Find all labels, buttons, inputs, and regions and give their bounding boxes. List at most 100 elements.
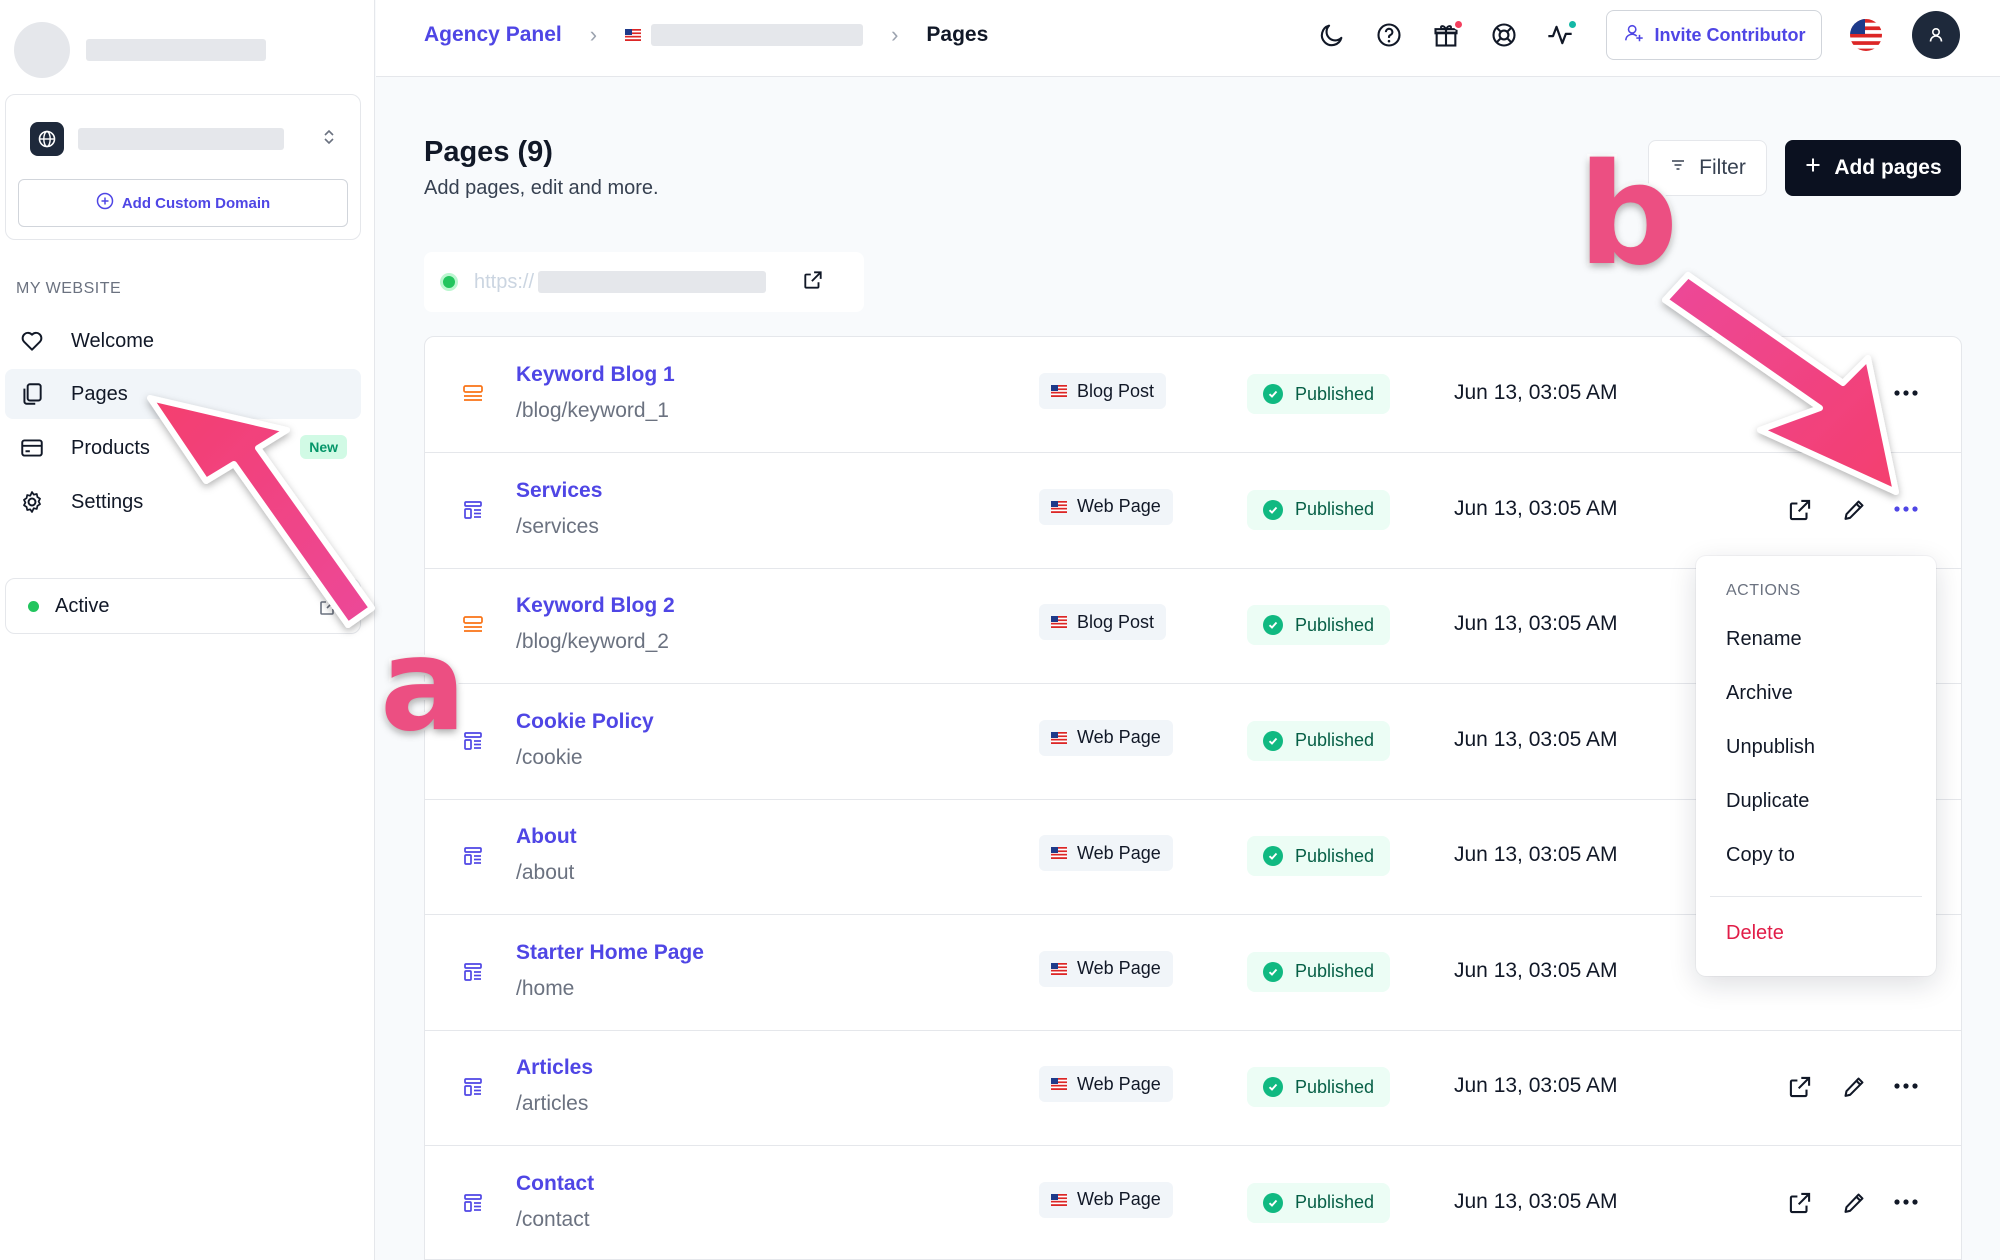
page-title-link[interactable]: Services [516, 479, 602, 503]
breadcrumb-agency-panel[interactable]: Agency Panel [424, 23, 562, 47]
table-row[interactable]: Contact /contact Web Page Published Jun … [425, 1146, 1961, 1260]
us-flag-icon [625, 29, 642, 41]
add-pages-button[interactable]: Add pages [1785, 140, 1961, 196]
more-actions-icon[interactable] [1891, 497, 1921, 521]
site-url-field[interactable]: https:// [424, 252, 864, 312]
page-path: /blog/keyword_2 [516, 630, 669, 653]
support-lifebuoy-icon[interactable] [1486, 17, 1522, 53]
page-title-link[interactable]: Starter Home Page [516, 941, 704, 965]
menu-item-rename[interactable]: Rename [1726, 628, 1802, 651]
page-title: Pages (9) [424, 136, 553, 168]
status-label: Published [1295, 845, 1375, 866]
page-title-link[interactable]: Articles [516, 1056, 593, 1080]
sidebar-item-products[interactable]: Products New [5, 423, 361, 473]
invite-contributor-button[interactable]: Invite Contributor [1606, 10, 1822, 60]
us-flag-icon [1051, 1193, 1067, 1206]
status-label: Published [1295, 961, 1375, 981]
external-link-icon[interactable] [318, 597, 338, 623]
blog-post-icon [461, 382, 485, 406]
sidebar-item-label: Settings [71, 490, 144, 513]
page-title-link[interactable]: Cookie Policy [516, 710, 654, 734]
redacted-site-crumb[interactable] [651, 24, 864, 46]
page-path: /articles [516, 1092, 589, 1115]
site-selector[interactable] [30, 120, 340, 158]
account-switcher[interactable] [14, 22, 266, 78]
menu-item-delete[interactable]: Delete [1726, 922, 1784, 945]
external-link-icon[interactable] [1787, 1190, 1813, 1221]
add-custom-domain-button[interactable]: Add Custom Domain [18, 179, 348, 227]
external-link-icon[interactable] [1787, 497, 1813, 528]
page-title-link[interactable]: Contact [516, 1172, 594, 1196]
page-type-label: Web Page [1077, 727, 1161, 747]
page-path: /blog/keyword_1 [516, 399, 669, 422]
activity-icon[interactable] [1542, 17, 1578, 53]
chevron-right-icon: › [891, 22, 899, 47]
status-badge: Published [1247, 374, 1391, 414]
user-avatar[interactable] [1912, 11, 1960, 59]
more-actions-icon[interactable] [1891, 381, 1921, 405]
url-prefix: https:// [474, 270, 535, 293]
pencil-icon[interactable] [1841, 497, 1867, 528]
menu-item-copy-to[interactable]: Copy to [1726, 844, 1795, 867]
page-path: /cookie [516, 745, 583, 769]
us-flag-icon [1051, 1078, 1067, 1090]
pencil-icon[interactable] [1841, 1074, 1867, 1105]
gift-icon[interactable] [1428, 17, 1464, 53]
status-label: Published [1295, 383, 1375, 404]
check-circle-icon [1263, 384, 1283, 404]
moon-icon[interactable] [1314, 17, 1350, 53]
section-label-my-website: MY WEBSITE [16, 280, 122, 297]
page-title-link[interactable]: About [516, 825, 577, 849]
table-row[interactable]: Keyword Blog 1 /blog/keyword_1 Blog Post… [425, 337, 1961, 453]
us-flag-icon [1051, 731, 1067, 744]
us-flag-icon [1051, 962, 1067, 975]
web-page-icon [461, 498, 485, 522]
more-actions-icon[interactable] [1891, 1190, 1921, 1214]
page-path: /services [516, 514, 599, 538]
table-row[interactable]: Services /services Web Page Published Ju… [425, 453, 1961, 569]
check-circle-icon [1263, 730, 1283, 751]
user-plus-icon [1623, 22, 1645, 49]
card-icon [17, 433, 47, 463]
table-row[interactable]: Articles /articles Web Page Published Ju… [425, 1030, 1961, 1146]
updated-date: Jun 13, 03:05 AM [1454, 843, 1618, 866]
menu-item-archive[interactable]: Archive [1726, 682, 1793, 705]
globe-icon [30, 122, 64, 156]
external-link-icon[interactable] [1787, 1074, 1813, 1105]
updated-date: Jun 13, 03:05 AM [1454, 496, 1618, 520]
sidebar-item-label: Products [71, 436, 150, 459]
page-title-link[interactable]: Keyword Blog 1 [516, 363, 675, 387]
check-circle-icon [1263, 1192, 1283, 1213]
check-circle-icon [1263, 499, 1283, 520]
menu-item-duplicate[interactable]: Duplicate [1726, 790, 1809, 813]
menu-item-unpublish[interactable]: Unpublish [1726, 736, 1815, 759]
sidebar-item-settings[interactable]: Settings [5, 477, 361, 527]
plus-circle-icon [96, 192, 114, 214]
status-badge: Published [1247, 836, 1391, 876]
status-badge: Published [1247, 1182, 1391, 1223]
page-title-link[interactable]: Keyword Blog 2 [516, 594, 675, 618]
page-type-badge: Web Page [1039, 1181, 1173, 1218]
page-subtitle: Add pages, edit and more. [424, 177, 659, 199]
external-link-icon[interactable] [802, 269, 824, 296]
sidebar-item-label: Pages [71, 382, 128, 405]
check-circle-icon [1263, 615, 1283, 635]
more-actions-icon[interactable] [1891, 1074, 1921, 1098]
status-dot [1567, 19, 1578, 30]
updated-date: Jun 13, 03:05 AM [1454, 958, 1618, 982]
help-icon[interactable] [1371, 17, 1407, 53]
pencil-icon[interactable] [1841, 1190, 1867, 1221]
web-page-icon [461, 844, 485, 868]
status-label: Published [1295, 614, 1375, 635]
page-type-badge: Web Page [1039, 719, 1173, 756]
updated-date: Jun 13, 03:05 AM [1454, 612, 1618, 635]
status-label: Published [1295, 730, 1375, 750]
heart-icon [17, 326, 47, 356]
breadcrumb-current: Pages [926, 23, 989, 46]
page-type-badge: Web Page [1039, 488, 1173, 525]
page-type-label: Blog Post [1077, 611, 1155, 632]
sidebar-item-pages[interactable]: Pages [5, 369, 361, 419]
us-flag-language-icon[interactable] [1850, 19, 1882, 51]
check-circle-icon [1263, 846, 1283, 866]
sidebar-item-welcome[interactable]: Welcome [5, 316, 361, 366]
